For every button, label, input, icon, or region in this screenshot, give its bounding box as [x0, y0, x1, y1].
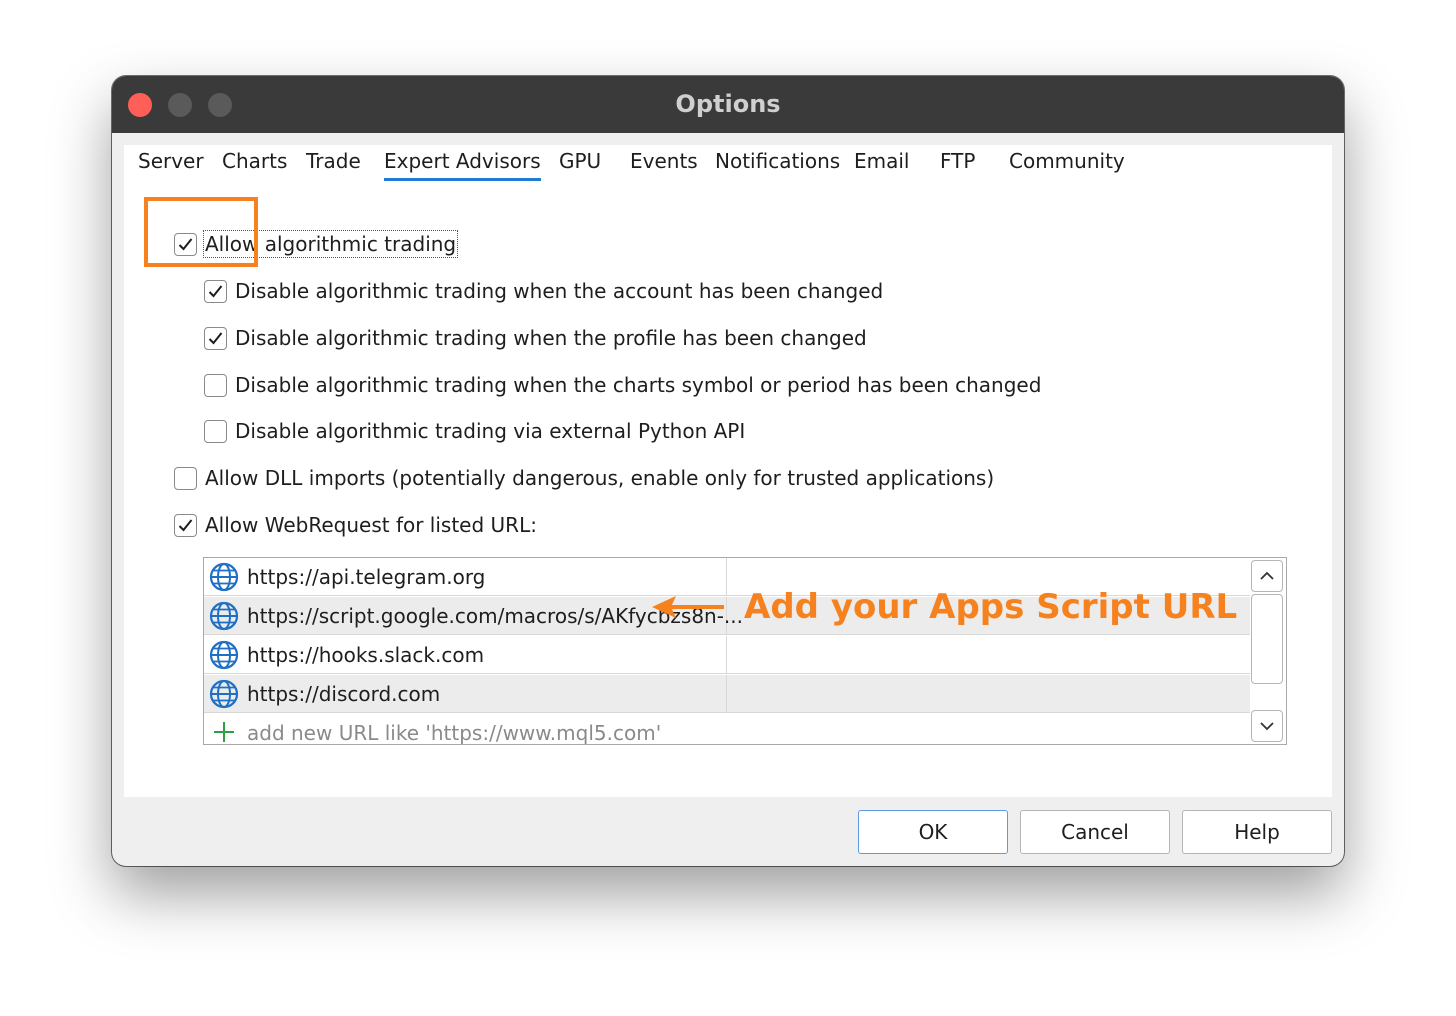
allow-dll-imports-label: Allow DLL imports (potentially dangerous…: [205, 466, 995, 490]
globe-icon: [209, 679, 239, 709]
plus-icon: [214, 722, 234, 742]
url-list-scrollbar[interactable]: [1250, 558, 1286, 744]
add-url-placeholder: add new URL like 'https://www.mql5.com': [247, 721, 662, 745]
ok-button[interactable]: OK: [858, 810, 1008, 854]
globe-icon: [209, 601, 239, 631]
url-cell: https://api.telegram.org: [204, 558, 727, 596]
help-button[interactable]: Help: [1182, 810, 1332, 854]
allow-dll-imports-checkbox[interactable]: [174, 466, 197, 490]
url-text: https://hooks.slack.com: [247, 643, 485, 667]
url-cell: https://script.google.com/macros/s/AKfyc…: [204, 597, 743, 635]
add-url-row[interactable]: add new URL like 'https://www.mql5.com': [204, 714, 1250, 745]
scrollbar-thumb[interactable]: [1251, 594, 1283, 684]
allow-webrequest-checkbox[interactable]: [174, 513, 197, 537]
annotation-text: Add your Apps Script URL: [744, 587, 1238, 627]
zoom-window-button[interactable]: [208, 93, 232, 117]
tab-trade[interactable]: Trade: [306, 145, 361, 181]
disable-python-api-label: Disable algorithmic trading via external…: [235, 419, 746, 443]
highlight-annotation-box: [144, 197, 258, 267]
disable-on-account-change-label: Disable algorithmic trading when the acc…: [235, 279, 884, 303]
allow-webrequest-option[interactable]: Allow WebRequest for listed URL:: [174, 511, 537, 539]
title-bar[interactable]: Options: [112, 76, 1344, 133]
disable-on-symbol-change-option[interactable]: Disable algorithmic trading when the cha…: [204, 371, 1041, 399]
globe-icon: [209, 562, 239, 592]
tab-events[interactable]: Events: [630, 145, 698, 181]
allow-webrequest-label: Allow WebRequest for listed URL:: [205, 513, 537, 537]
url-text: https://discord.com: [247, 682, 441, 706]
chevron-down-icon: [1260, 722, 1274, 731]
disable-on-symbol-change-label: Disable algorithmic trading when the cha…: [235, 373, 1042, 397]
tab-gpu[interactable]: GPU: [559, 145, 601, 181]
dialog-content: Server Charts Trade Expert Advisors GPU …: [124, 145, 1332, 797]
disable-on-profile-change-label: Disable algorithmic trading when the pro…: [235, 326, 867, 350]
disable-python-api-option[interactable]: Disable algorithmic trading via external…: [204, 417, 745, 445]
url-cell: https://discord.com: [204, 675, 727, 713]
disable-on-account-change-option[interactable]: Disable algorithmic trading when the acc…: [204, 277, 883, 305]
tab-server[interactable]: Server: [138, 145, 204, 181]
globe-icon: [209, 640, 239, 670]
tab-community[interactable]: Community: [1009, 145, 1125, 181]
checkmark-icon: [208, 331, 223, 344]
apps-script-annotation: Add your Apps Script URL: [652, 585, 1237, 629]
chevron-up-icon: [1260, 571, 1274, 580]
window-title: Options: [675, 90, 781, 118]
tab-notifications[interactable]: Notifications: [715, 145, 840, 181]
scroll-down-button[interactable]: [1251, 710, 1283, 742]
allow-dll-imports-option[interactable]: Allow DLL imports (potentially dangerous…: [174, 464, 994, 492]
tab-email[interactable]: Email: [854, 145, 910, 181]
scroll-up-button[interactable]: [1251, 560, 1283, 592]
url-list-item[interactable]: https://discord.com: [204, 675, 1250, 713]
arrow-left-icon: [652, 596, 724, 618]
options-dialog: Options Server Charts Trade Expert Advis…: [112, 76, 1344, 866]
disable-on-profile-change-checkbox[interactable]: [204, 326, 227, 350]
url-list-item[interactable]: https://hooks.slack.com: [204, 636, 1250, 674]
tab-ftp[interactable]: FTP: [940, 145, 975, 181]
disable-on-symbol-change-checkbox[interactable]: [204, 373, 227, 397]
tab-charts[interactable]: Charts: [222, 145, 287, 181]
disable-on-profile-change-option[interactable]: Disable algorithmic trading when the pro…: [204, 324, 867, 352]
minimize-window-button[interactable]: [168, 93, 192, 117]
disable-on-account-change-checkbox[interactable]: [204, 279, 227, 303]
url-cell: https://hooks.slack.com: [204, 636, 727, 674]
checkmark-icon: [208, 284, 223, 297]
cancel-button[interactable]: Cancel: [1020, 810, 1170, 854]
tab-expert-advisors[interactable]: Expert Advisors: [384, 145, 541, 181]
url-text: https://api.telegram.org: [247, 565, 486, 589]
disable-python-api-checkbox[interactable]: [204, 419, 227, 443]
close-window-button[interactable]: [128, 93, 152, 117]
checkmark-icon: [178, 518, 193, 531]
